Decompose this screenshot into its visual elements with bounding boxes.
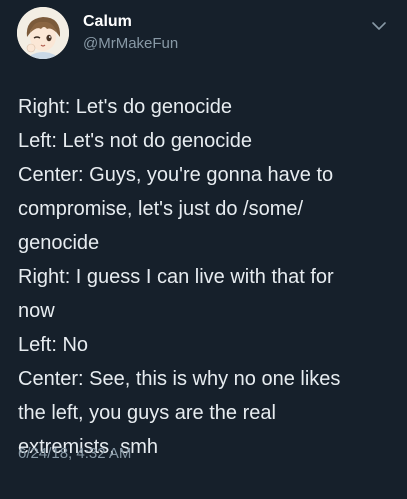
- anime-character-avatar-icon: [17, 7, 69, 59]
- chevron-down-icon[interactable]: [370, 20, 388, 32]
- display-name[interactable]: Calum: [83, 13, 132, 31]
- tweet-line: the left, you guys are the real: [18, 402, 276, 424]
- tweet-line: Center: See, this is why no one likes: [18, 368, 341, 390]
- tweet-text: Right: Let's do genocide Left: Let's not…: [18, 90, 398, 464]
- tweet-timestamp[interactable]: 6/24/18, 4:32 AM: [18, 445, 131, 462]
- avatar[interactable]: [17, 7, 69, 59]
- tweet-line: Left: No: [18, 334, 89, 356]
- tweet-line: Left: Let's not do genocide: [18, 130, 252, 152]
- tweet-line: genocide: [18, 232, 100, 254]
- tweet-line: now: [18, 300, 55, 322]
- tweet-line: Right: Let's do genocide: [18, 96, 232, 118]
- tweet-line: compromise, let's just do /some/: [18, 198, 304, 220]
- tweet-line: Center: Guys, you're gonna have to: [18, 164, 334, 186]
- tweet-line: Right: I guess I can live with that for: [18, 266, 334, 288]
- user-handle[interactable]: @MrMakeFun: [83, 35, 178, 52]
- tweet-card: Calum @MrMakeFun Right: Let's do genocid…: [0, 0, 407, 499]
